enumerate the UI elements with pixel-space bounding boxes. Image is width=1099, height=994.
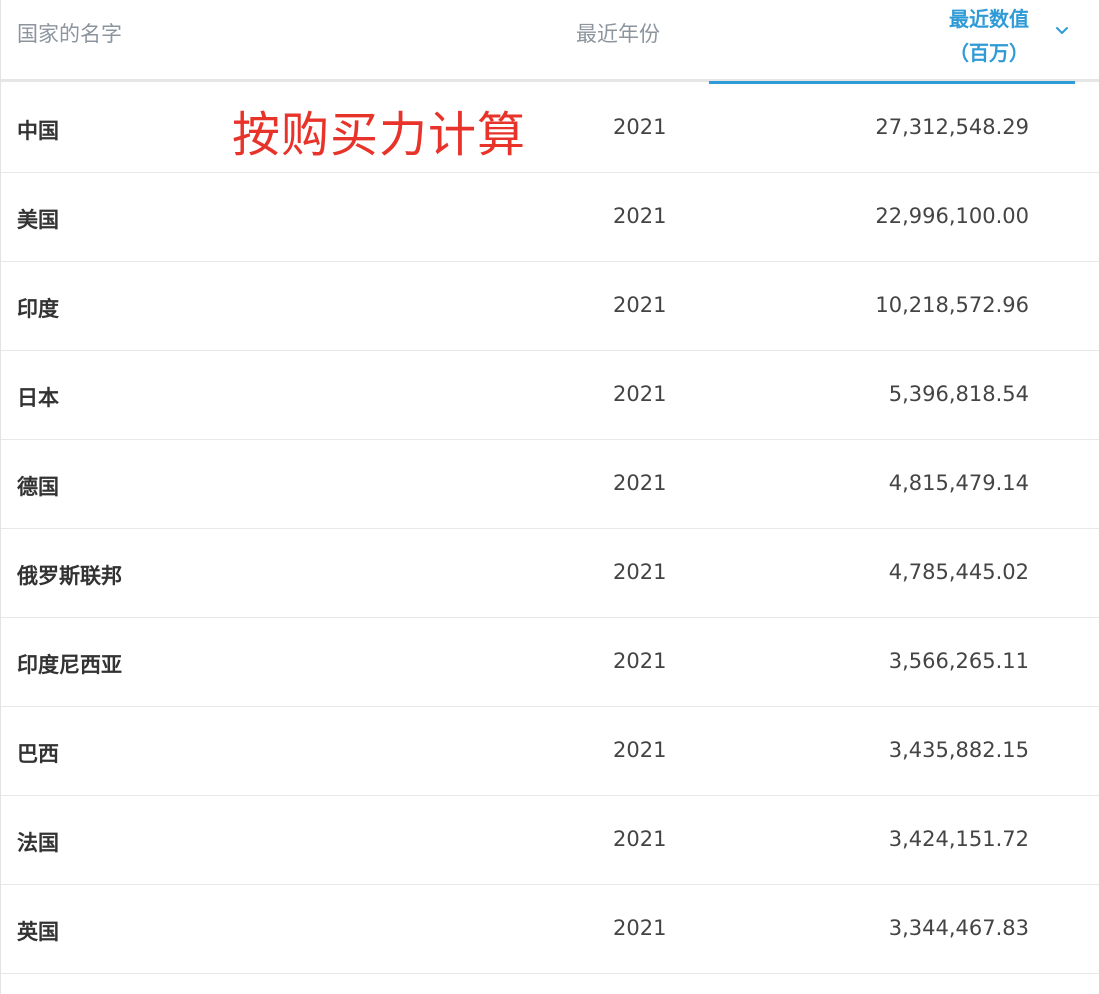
year-value: 2021: [613, 471, 667, 495]
table-row: 英国 2021 3,344,467.83: [1, 885, 1099, 974]
gdp-value: 3,344,467.83: [888, 916, 1029, 940]
year-value: 2021: [613, 738, 667, 762]
country-name: 印度尼西亚: [17, 653, 122, 677]
country-name: 美国: [17, 208, 59, 232]
year-value: 2021: [613, 916, 667, 940]
table-row: 美国 2021 22,996,100.00: [1, 173, 1099, 262]
year-value: 2021: [613, 204, 667, 228]
country-name: 法国: [17, 831, 59, 855]
year-value: 2021: [613, 827, 667, 851]
column-header-value-unit: （百万）: [949, 41, 1029, 65]
gdp-value: 3,424,151.72: [888, 827, 1029, 851]
country-name: 德国: [17, 475, 59, 499]
table-row: 法国 2021 3,424,151.72: [1, 796, 1099, 885]
gdp-value: 3,435,882.15: [888, 738, 1029, 762]
year-value: 2021: [613, 115, 667, 139]
table-row: 印度尼西亚 2021 3,566,265.11: [1, 618, 1099, 707]
year-value: 2021: [613, 560, 667, 584]
gdp-value: 27,312,548.29: [875, 115, 1029, 139]
gdp-value: 4,785,445.02: [888, 560, 1029, 584]
table-row: 印度 2021 10,218,572.96: [1, 262, 1099, 351]
data-table: 国家的名字 最近年份 最近数值 （百万） 中国 2021 27,312,548.…: [0, 0, 1099, 994]
ppp-annotation: 按购买力计算: [232, 107, 527, 163]
gdp-value: 10,218,572.96: [875, 293, 1029, 317]
country-name: 俄罗斯联邦: [17, 564, 122, 588]
year-value: 2021: [613, 649, 667, 673]
chevron-down-icon[interactable]: [1053, 22, 1071, 40]
column-header-value[interactable]: 最近数值 （百万）: [709, 0, 1075, 84]
gdp-value: 3,566,265.11: [888, 649, 1029, 673]
country-name: 巴西: [17, 742, 59, 766]
table-row: 巴西 2021 3,435,882.15: [1, 707, 1099, 796]
table-row: 日本 2021 5,396,818.54: [1, 351, 1099, 440]
country-name: 英国: [17, 920, 59, 944]
gdp-value: 5,396,818.54: [888, 382, 1029, 406]
gdp-value: 4,815,479.14: [888, 471, 1029, 495]
table-row: 德国 2021 4,815,479.14: [1, 440, 1099, 529]
table-row: 中国 2021 27,312,548.29: [1, 84, 1099, 173]
country-name: 日本: [17, 386, 59, 410]
country-name: 印度: [17, 297, 59, 321]
column-header-value-label: 最近数值: [949, 7, 1029, 31]
gdp-value: 22,996,100.00: [875, 204, 1029, 228]
column-header-year[interactable]: 最近年份: [576, 18, 660, 48]
table-row: 俄罗斯联邦 2021 4,785,445.02: [1, 529, 1099, 618]
country-name: 中国: [17, 119, 59, 143]
column-header-country[interactable]: 国家的名字: [17, 18, 122, 48]
year-value: 2021: [613, 382, 667, 406]
year-value: 2021: [613, 293, 667, 317]
table-header: 国家的名字 最近年份 最近数值 （百万）: [1, 0, 1099, 84]
